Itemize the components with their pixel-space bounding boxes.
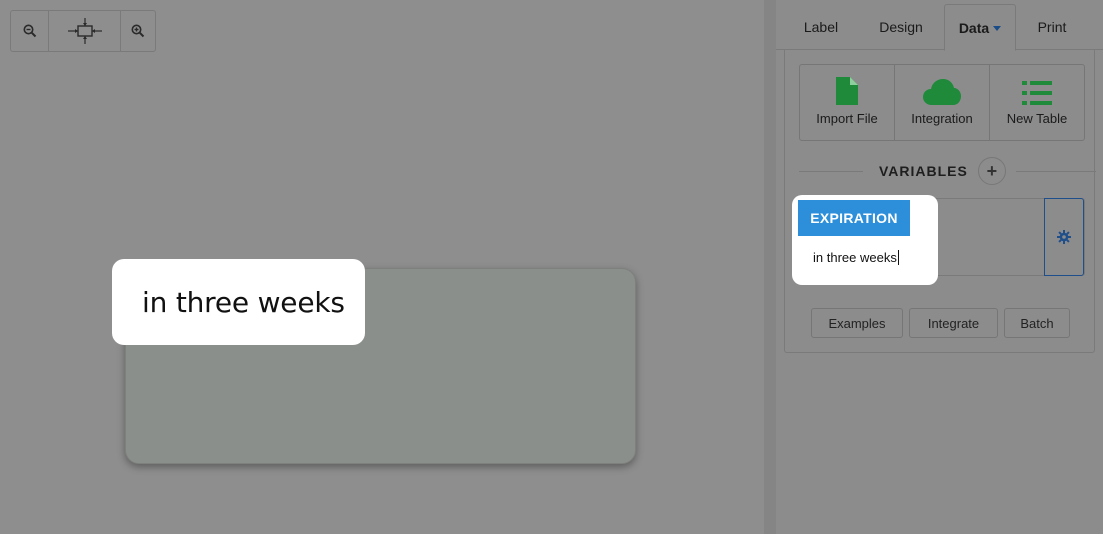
add-variable-button[interactable]: + — [977, 157, 1006, 185]
integrate-button[interactable]: Integrate — [909, 308, 998, 338]
import-file-button[interactable]: Import File — [800, 65, 895, 140]
panel-tabs: Label Design Data Print — [776, 0, 1103, 51]
label-text-box[interactable]: in three weeks — [112, 259, 365, 345]
zoom-out-icon — [23, 24, 36, 38]
variables-title: VARIABLES — [879, 163, 968, 179]
divider — [1015, 170, 1096, 172]
variables-heading: VARIABLES + — [785, 157, 1096, 185]
zoom-in-button[interactable] — [121, 11, 155, 51]
fit-to-screen-button[interactable] — [49, 11, 121, 51]
variable-settings-button[interactable] — [1044, 198, 1084, 276]
batch-button[interactable]: Batch — [1004, 308, 1070, 338]
label-preview-text: in three weeks — [142, 285, 345, 319]
file-icon — [836, 77, 858, 105]
variable-value-text: in three weeks — [813, 249, 897, 265]
list-icon — [1022, 81, 1052, 105]
fit-to-screen-icon — [67, 18, 102, 44]
caret-down-icon — [993, 26, 1002, 31]
variable-actions: Examples Integrate Batch — [811, 308, 1070, 338]
gear-icon — [1057, 230, 1071, 244]
variable-value-input[interactable]: in three weeks — [798, 237, 932, 277]
import-file-label: Import File — [816, 111, 878, 126]
tab-data-label: Data — [958, 19, 990, 36]
divider — [799, 170, 863, 172]
new-table-label: New Table — [1006, 111, 1068, 126]
zoom-in-icon — [131, 24, 145, 38]
tab-label[interactable]: Label — [790, 4, 852, 50]
new-table-button[interactable]: New Table — [990, 65, 1084, 140]
zoom-toolbar — [10, 10, 156, 52]
plus-icon: + — [986, 160, 998, 181]
cloud-icon — [923, 79, 961, 105]
integration-label: Integration — [911, 111, 973, 126]
panel-splitter[interactable] — [764, 0, 776, 534]
tab-print[interactable]: Print — [1024, 4, 1080, 50]
tab-data[interactable]: Data — [944, 4, 1016, 51]
label-canvas[interactable]: in three weeks — [0, 0, 764, 534]
variable-name-badge[interactable]: EXPIRATION — [798, 200, 910, 236]
data-source-buttons: Import File Integration New Table — [799, 64, 1085, 141]
tab-design[interactable]: Design — [868, 4, 934, 50]
text-cursor — [897, 249, 899, 265]
integration-button[interactable]: Integration — [895, 65, 990, 140]
zoom-out-button[interactable] — [11, 11, 49, 51]
examples-button[interactable]: Examples — [811, 308, 903, 338]
